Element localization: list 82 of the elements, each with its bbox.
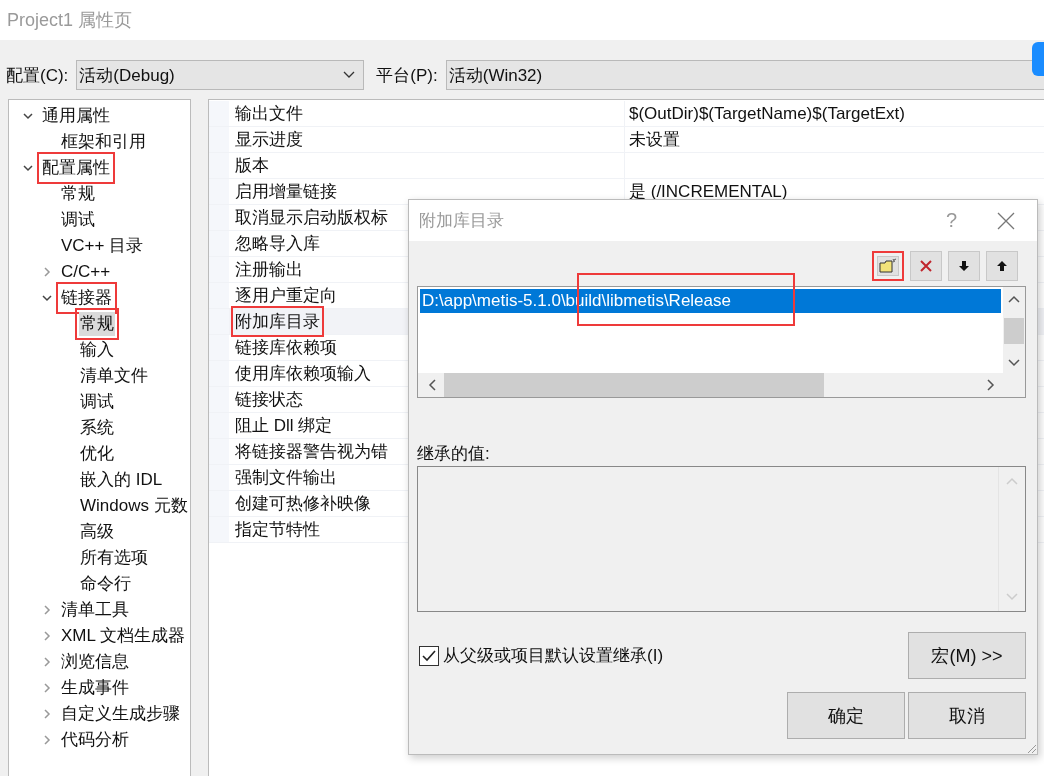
scroll-right-icon[interactable] [987,379,995,391]
scroll-up-icon[interactable] [1008,295,1020,303]
chevron-right-icon[interactable] [42,735,52,745]
tree-item[interactable]: 生成事件 [60,676,130,700]
tree-item[interactable]: 通用属性 [41,104,111,128]
tree-item[interactable]: 所有选项 [79,546,149,570]
scroll-up-icon [1006,477,1018,485]
tree-item[interactable]: 框架和引用 [60,130,147,154]
property-name[interactable]: 指定节特性 [235,518,320,541]
chevron-right-icon[interactable] [42,657,52,667]
property-name[interactable]: 输出文件 [235,102,303,125]
property-name[interactable]: 链接库依赖项 [235,336,337,359]
checkbox-label: 从父级或项目默认设置继承(I) [443,645,664,667]
scroll-down-icon[interactable] [1008,359,1020,367]
property-name[interactable]: 使用库依赖项输入 [235,362,371,385]
move-down-button[interactable] [948,251,980,281]
tree-item[interactable]: 高级 [79,520,115,544]
property-name[interactable]: 显示进度 [235,128,303,151]
property-name[interactable]: 注册输出 [235,258,303,281]
property-name[interactable]: 强制文件输出 [235,466,337,489]
dialog-title: 附加库目录 [419,210,505,232]
tree-item[interactable]: 优化 [79,442,115,466]
chevron-right-icon[interactable] [42,631,52,641]
delete-icon [919,259,933,273]
delete-button[interactable] [910,251,942,281]
platform-label: 平台(P): [376,64,438,87]
property-name[interactable]: 启用增量链接 [235,180,337,203]
tree-item[interactable]: 常规 [60,182,96,206]
chevron-down-icon[interactable] [42,293,52,303]
scroll-left-icon[interactable] [428,379,436,391]
property-name[interactable]: 阻止 Dll 绑定 [235,414,333,437]
cancel-button[interactable]: 取消 [908,692,1026,739]
chevron-right-icon[interactable] [42,267,52,277]
tree-item[interactable]: 自定义生成步骤 [60,702,181,726]
tree-item[interactable]: 调试 [79,390,115,414]
platform-dropdown[interactable]: 活动(Win32) [445,60,1044,90]
tree-item[interactable]: 输入 [79,338,115,362]
property-name[interactable]: 链接状态 [235,388,303,411]
config-label: 配置(C): [6,64,69,87]
arrow-down-icon [958,260,970,272]
tree-item[interactable]: 嵌入的 IDL [79,468,164,492]
chevron-down-icon [343,71,356,79]
scroll-down-icon [1006,593,1018,601]
tree-item[interactable]: XML 文档生成器 [60,624,187,648]
property-name[interactable]: 取消显示启动版权标 [235,206,388,229]
property-name[interactable]: 逐用户重定向 [235,284,337,307]
chevron-down-icon[interactable] [23,163,33,173]
chevron-down-icon[interactable] [23,111,33,121]
tree-item[interactable]: 系统 [79,416,115,440]
property-name[interactable]: 创建可热修补映像 [235,492,371,515]
property-name[interactable]: 将链接器警告视为错 [235,440,388,463]
checkbox[interactable] [419,645,439,666]
chevron-right-icon[interactable] [42,683,52,693]
tree-item[interactable]: 清单工具 [60,598,130,622]
tree-item[interactable]: VC++ 目录 [60,234,145,258]
folder-icon [879,258,897,274]
chevron-right-icon[interactable] [42,605,52,615]
tree-item[interactable]: 命令行 [79,572,132,596]
property-value: $(OutDir)$(TargetName)$(TargetExt) [629,103,905,124]
vertical-scrollbar[interactable] [1003,287,1025,373]
tree-item[interactable]: 代码分析 [60,728,130,752]
tree-item[interactable]: 清单文件 [79,364,149,388]
macro-button[interactable]: 宏(M) >> [908,632,1026,679]
horizontal-scrollbar[interactable] [418,373,1025,397]
tree-item[interactable]: 调试 [60,208,96,232]
tree-item[interactable]: 浏览信息 [60,650,130,674]
new-folder-button[interactable] [872,251,904,281]
property-value: 未设置 [629,129,680,151]
resize-grip-icon[interactable] [1025,742,1037,754]
move-up-button[interactable] [986,251,1018,281]
inherited-values-label: 继承的值: [417,443,491,465]
window-title: Project1 属性页 [7,9,133,32]
config-dropdown[interactable]: 活动(Debug) [76,60,365,90]
arrow-up-icon [996,260,1008,272]
tree-item[interactable]: Windows 元数 [79,494,189,518]
property-name[interactable]: 版本 [235,154,269,177]
tree-item[interactable]: C/C++ [60,260,112,284]
property-value: 是 (/INCREMENTAL) [629,181,788,203]
ok-button[interactable]: 确定 [787,692,905,739]
property-name[interactable]: 忽略导入库 [235,232,320,255]
close-icon[interactable] [997,211,1015,230]
chevron-right-icon[interactable] [42,709,52,719]
